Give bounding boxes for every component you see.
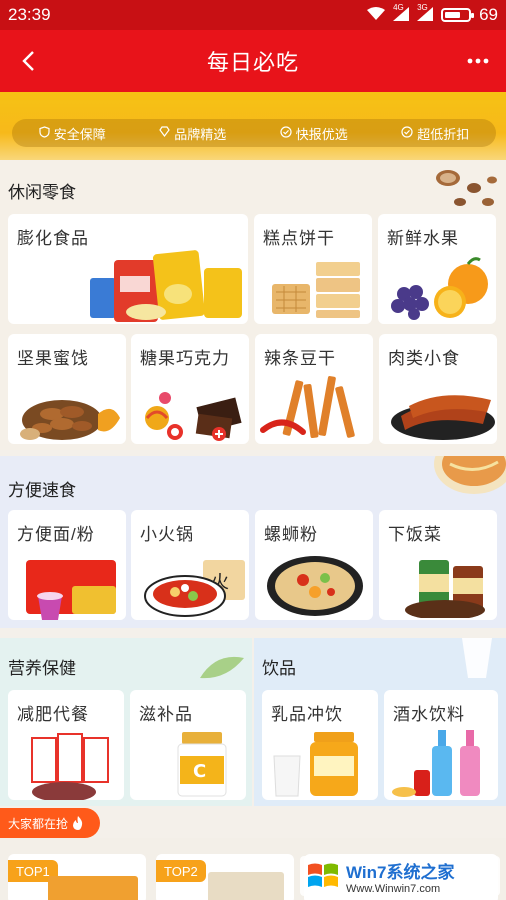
leaf-decoration [196, 652, 246, 687]
guarantee-label: 品牌精选 [174, 126, 227, 142]
windows-logo-icon [306, 859, 340, 893]
nuts-image [20, 400, 120, 440]
watermark-url: Www.Winwin7.com [346, 882, 441, 895]
category-card-diet-meal[interactable]: 减肥代餐 [8, 690, 124, 800]
section-title: 方便速食 [8, 481, 76, 500]
section-title: 营养保健 [8, 659, 76, 678]
card-label: 坚果蜜饯 [17, 349, 89, 368]
category-card-cakes-biscuits[interactable]: 糕点饼干 [254, 214, 372, 324]
fruit-image [391, 257, 488, 320]
section-title: 休闲零食 [8, 183, 76, 202]
hot-items-tag[interactable]: 大家都在抢 [0, 808, 100, 838]
card-label: 方便面/粉 [17, 525, 95, 544]
card-label: 酒水饮料 [393, 705, 465, 724]
product-image [208, 872, 284, 900]
svg-text:C: C [193, 761, 206, 782]
chips-image [90, 250, 242, 322]
more-button[interactable] [450, 30, 506, 92]
chevron-left-icon [22, 51, 34, 71]
signal-3g-icon: 3G [417, 3, 434, 24]
card-label: 乳品冲饮 [271, 705, 343, 724]
watermark: Win7系统之家 Www.Winwin7.com [300, 856, 500, 896]
battery-icon [441, 8, 475, 22]
jars-image [405, 560, 485, 618]
category-card-nuts-preserves[interactable]: 坚果蜜饯 [8, 334, 126, 444]
guarantee-item: 品牌精选 [159, 124, 226, 143]
milk-decoration [456, 638, 500, 683]
hot-items-label: 大家都在抢 [8, 816, 69, 831]
nuts-decoration [430, 166, 500, 212]
signal-4g-icon: 4G [393, 3, 410, 24]
guarantee-banner: 安全保障 品牌精选 快报优选 超低折扣 [0, 92, 506, 160]
category-card-rice-dishes[interactable]: 下饭菜 [379, 510, 497, 620]
section-title: 饮品 [262, 659, 296, 678]
supplement-bottle-image: C [177, 732, 227, 797]
category-card-puffed-food[interactable]: 膨化食品 [8, 214, 248, 324]
check-circle-icon [401, 125, 413, 141]
guarantee-item: 安全保障 [39, 124, 106, 143]
guarantee-label: 超低折扣 [417, 126, 470, 142]
biscuits-image [272, 262, 360, 318]
card-label: 下饭菜 [388, 525, 442, 544]
card-label: 减肥代餐 [17, 705, 89, 724]
watermark-title: Win7系统之家 [346, 862, 455, 882]
candy-image [145, 392, 242, 441]
top-product-card[interactable]: TOP2 [156, 854, 294, 900]
wifi-icon [367, 6, 386, 24]
category-card-instant-noodles[interactable]: 方便面/粉 [8, 510, 126, 620]
honey-jar-image [273, 732, 358, 797]
meat-image [391, 395, 495, 440]
card-label: 辣条豆干 [264, 349, 336, 368]
nav-bar: 每日必吃 [0, 30, 506, 92]
guarantee-item: 快报优选 [280, 124, 348, 143]
status-bar: 23:39 4G 3G 69 [0, 0, 506, 30]
product-image [48, 876, 138, 900]
category-card-meat-snacks[interactable]: 肉类小食 [379, 334, 497, 444]
guarantee-pill: 安全保障 品牌精选 快报优选 超低折扣 [12, 119, 496, 147]
hotpot-image: 火 [144, 560, 245, 617]
card-label: 螺蛳粉 [264, 525, 318, 544]
category-card-alcohol-beverages[interactable]: 酒水饮料 [384, 690, 498, 800]
category-card-tonics[interactable]: 滋补品 C [130, 690, 246, 800]
card-label: 小火锅 [140, 525, 194, 544]
category-card-hotpot[interactable]: 小火锅 火 [131, 510, 249, 620]
noodle-bowl-decoration [426, 434, 506, 496]
beverage-bottles-image [392, 730, 480, 797]
category-card-spicy-strips-tofu[interactable]: 辣条豆干 [255, 334, 373, 444]
top-rank-badge: TOP2 [156, 860, 206, 882]
card-label: 糕点饼干 [263, 229, 335, 248]
check-circle-icon [280, 125, 292, 141]
card-label: 滋补品 [139, 705, 193, 724]
back-button[interactable] [0, 30, 56, 92]
page-title: 每日必吃 [206, 50, 299, 75]
guarantee-label: 快报优选 [295, 126, 348, 142]
category-card-snail-noodles[interactable]: 螺蛳粉 [255, 510, 373, 620]
category-card-candy-chocolate[interactable]: 糖果巧克力 [131, 334, 249, 444]
instant-noodles-image [26, 560, 116, 620]
card-label: 糖果巧克力 [140, 349, 230, 368]
status-icons: 4G 3G 69 [367, 3, 498, 25]
meal-replacement-image [31, 733, 109, 800]
fire-icon [73, 816, 83, 830]
card-label: 肉类小食 [388, 349, 460, 368]
category-card-fresh-fruit[interactable]: 新鲜水果 [378, 214, 496, 324]
shield-icon [39, 125, 50, 141]
snail-noodles-image [267, 556, 363, 616]
guarantee-item: 超低折扣 [401, 124, 469, 143]
card-label: 膨化食品 [17, 229, 89, 248]
guarantee-label: 安全保障 [53, 126, 106, 142]
more-dots-icon [467, 58, 489, 64]
battery-percent: 69 [479, 5, 498, 24]
category-card-dairy-drinks[interactable]: 乳品冲饮 [262, 690, 378, 800]
top-product-card[interactable]: TOP1 [8, 854, 146, 900]
spicy-strips-image [260, 376, 355, 439]
card-label: 新鲜水果 [387, 229, 459, 248]
diamond-icon [159, 126, 170, 140]
status-time: 23:39 [8, 5, 51, 24]
